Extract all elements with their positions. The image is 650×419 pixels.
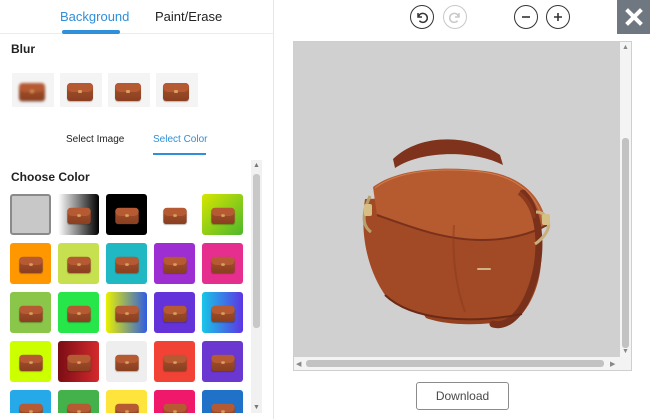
color-swatch[interactable] bbox=[202, 194, 243, 235]
color-swatch[interactable] bbox=[58, 341, 99, 382]
canvas-scroll-left-icon[interactable]: ◀ bbox=[296, 360, 301, 368]
canvas-vertical-scroll-thumb[interactable] bbox=[622, 138, 629, 348]
bag-image bbox=[115, 207, 139, 225]
tab-select-color[interactable]: Select Color bbox=[153, 134, 207, 145]
minus-icon bbox=[522, 16, 530, 18]
color-swatch[interactable] bbox=[202, 292, 243, 333]
color-swatch[interactable] bbox=[10, 243, 51, 284]
bag-image bbox=[67, 83, 93, 101]
bag-image bbox=[115, 256, 139, 274]
color-swatch[interactable] bbox=[58, 390, 99, 413]
color-swatch[interactable] bbox=[10, 194, 51, 235]
handbag-image bbox=[362, 139, 551, 329]
image-canvas[interactable] bbox=[294, 42, 620, 357]
bag-image bbox=[115, 403, 139, 413]
bag-image bbox=[67, 403, 91, 413]
bag-image bbox=[67, 207, 91, 225]
color-swatch[interactable] bbox=[106, 194, 147, 235]
bag-image bbox=[163, 83, 189, 101]
bag-image bbox=[163, 207, 187, 225]
bag-image bbox=[19, 256, 43, 274]
active-tab-indicator bbox=[62, 30, 120, 34]
blur-title: Blur bbox=[11, 42, 35, 56]
canvas-scroll-right-icon[interactable]: ▶ bbox=[610, 360, 615, 368]
bag-image bbox=[211, 256, 235, 274]
bag-image bbox=[163, 354, 187, 372]
scroll-up-arrow-icon[interactable]: ▲ bbox=[253, 162, 260, 170]
color-swatch[interactable] bbox=[154, 243, 195, 284]
scroll-down-arrow-icon[interactable]: ▼ bbox=[253, 404, 260, 412]
color-swatch[interactable] bbox=[202, 243, 243, 284]
bag-image bbox=[19, 83, 45, 101]
bag-image bbox=[115, 354, 139, 372]
active-subtab-indicator bbox=[153, 153, 206, 155]
editor-tabs: Background Paint/Erase bbox=[0, 0, 274, 34]
zoom-out-button[interactable] bbox=[514, 5, 538, 29]
color-swatch[interactable] bbox=[106, 243, 147, 284]
bag-image bbox=[67, 305, 91, 323]
redo-icon bbox=[449, 12, 460, 24]
color-swatch[interactable] bbox=[58, 292, 99, 333]
bag-image bbox=[19, 354, 43, 372]
color-swatch[interactable] bbox=[154, 390, 195, 413]
blur-option-1[interactable] bbox=[12, 73, 54, 107]
color-swatch[interactable] bbox=[106, 292, 147, 333]
blur-option-3[interactable] bbox=[108, 73, 150, 107]
color-swatch[interactable] bbox=[154, 292, 195, 333]
bag-image bbox=[19, 305, 43, 323]
bag-image bbox=[211, 305, 235, 323]
color-swatch[interactable] bbox=[154, 341, 195, 382]
color-swatch[interactable] bbox=[154, 194, 195, 235]
canvas-scroll-up-icon[interactable]: ▲ bbox=[622, 44, 629, 51]
color-swatch[interactable] bbox=[10, 341, 51, 382]
color-swatch[interactable] bbox=[58, 194, 99, 235]
undo-icon bbox=[417, 12, 428, 24]
download-button[interactable]: Download bbox=[416, 382, 509, 410]
canvas-scroll-down-icon[interactable]: ▼ bbox=[622, 348, 629, 355]
color-list-scroll-thumb[interactable] bbox=[253, 174, 260, 328]
color-swatch[interactable] bbox=[202, 390, 243, 413]
color-swatch[interactable] bbox=[10, 292, 51, 333]
tab-paint-erase[interactable]: Paint/Erase bbox=[155, 9, 222, 24]
bag-image bbox=[211, 354, 235, 372]
bag-image bbox=[163, 305, 187, 323]
close-icon bbox=[624, 8, 643, 26]
blur-option-4[interactable] bbox=[156, 73, 198, 107]
color-swatch[interactable] bbox=[202, 341, 243, 382]
bag-image bbox=[163, 256, 187, 274]
zoom-in-button[interactable] bbox=[546, 5, 570, 29]
background-source-tabs: Select Image Select Color bbox=[0, 126, 262, 156]
plus-icon bbox=[554, 13, 562, 21]
right-panel: ▲ ▼ ◀ ▶ Download bbox=[274, 0, 650, 419]
color-swatch[interactable] bbox=[10, 390, 51, 413]
color-swatch-grid bbox=[10, 194, 250, 413]
undo-button[interactable] bbox=[410, 5, 434, 29]
choose-color-title: Choose Color bbox=[11, 170, 90, 184]
bag-image bbox=[163, 403, 187, 413]
bag-image bbox=[67, 256, 91, 274]
color-swatch[interactable] bbox=[106, 341, 147, 382]
color-swatch[interactable] bbox=[58, 243, 99, 284]
tab-background[interactable]: Background bbox=[60, 9, 129, 24]
close-button[interactable] bbox=[617, 0, 650, 34]
blur-options bbox=[12, 73, 198, 107]
bag-image bbox=[211, 403, 235, 413]
blur-option-2[interactable] bbox=[60, 73, 102, 107]
background-editor: Background Paint/Erase Blur Select Image… bbox=[0, 0, 650, 419]
tab-select-image[interactable]: Select Image bbox=[66, 134, 124, 145]
bag-image bbox=[211, 207, 235, 225]
image-preview-frame: ▲ ▼ ◀ ▶ bbox=[293, 41, 632, 371]
left-panel: Background Paint/Erase Blur Select Image… bbox=[0, 0, 274, 419]
color-swatch[interactable] bbox=[106, 390, 147, 413]
bag-image bbox=[115, 83, 141, 101]
redo-button[interactable] bbox=[443, 5, 467, 29]
bag-image bbox=[67, 354, 91, 372]
bag-image bbox=[115, 305, 139, 323]
bag-image bbox=[19, 403, 43, 413]
canvas-horizontal-scroll-thumb[interactable] bbox=[306, 360, 604, 367]
